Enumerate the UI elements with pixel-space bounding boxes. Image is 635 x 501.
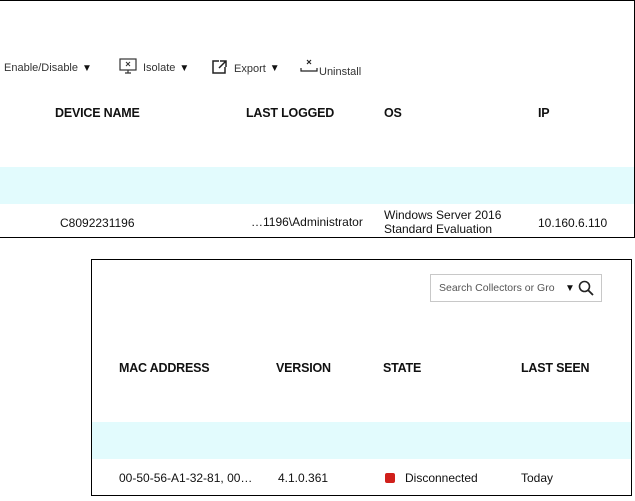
export-label: Export — [234, 62, 266, 75]
chevron-down-icon: ▼ — [82, 62, 92, 74]
column-header-os[interactable]: OS — [384, 106, 402, 120]
search-icon[interactable] — [578, 280, 594, 296]
collector-details-panel: ▼ MAC ADDRESS VERSION STATE LAST SEEN 00… — [91, 259, 632, 496]
column-header-version[interactable]: VERSION — [276, 361, 331, 375]
column-header-device-name[interactable]: DEVICE NAME — [55, 106, 140, 120]
highlight-band — [92, 422, 631, 459]
highlight-band — [0, 167, 634, 204]
chevron-down-icon: ▼ — [269, 63, 280, 74]
export-icon — [211, 59, 228, 78]
enable-disable-label: Enable/Disable — [4, 62, 78, 74]
state-label: Disconnected — [405, 471, 478, 485]
monitor-isolate-icon — [119, 58, 137, 78]
chevron-down-icon: ▼ — [179, 62, 190, 74]
uninstall-label: Uninstall — [319, 65, 362, 78]
enable-disable-menu[interactable]: Enable/Disable ▼ — [4, 62, 92, 74]
os-cell: Windows Server 2016 Standard Evaluation — [384, 208, 501, 236]
search-input[interactable] — [439, 282, 561, 294]
column-header-ip[interactable]: IP — [538, 106, 550, 120]
os-line: Windows Server 2016 — [384, 208, 502, 222]
isolate-menu[interactable]: Isolate ▼ — [119, 58, 189, 78]
version-cell: 4.1.0.361 — [278, 471, 329, 485]
column-header-mac-address[interactable]: MAC ADDRESS — [119, 361, 210, 375]
column-header-last-logged[interactable]: LAST LOGGED — [246, 106, 334, 120]
search-box[interactable]: ▼ — [430, 274, 602, 302]
ip-cell: 10.160.6.110 — [538, 216, 608, 230]
last-logged-cell: …1196\Administrator — [251, 215, 363, 229]
chevron-down-icon[interactable]: ▼ — [565, 283, 575, 294]
export-menu[interactable]: Export ▼ — [211, 59, 280, 78]
mac-address-cell: 00-50-56-A1-32-81, 00… — [119, 471, 253, 485]
devices-panel: Enable/Disable ▼ Isolate ▼ Export ▼ Unin… — [0, 0, 635, 238]
state-cell: Disconnected — [385, 471, 478, 485]
column-header-state[interactable]: STATE — [383, 361, 421, 375]
last-seen-cell: Today — [521, 471, 554, 485]
isolate-label: Isolate — [143, 62, 176, 74]
disconnected-status-icon — [385, 473, 395, 483]
uninstall-icon — [300, 57, 318, 78]
uninstall-button[interactable]: Uninstall — [300, 57, 361, 78]
column-header-last-seen[interactable]: LAST SEEN — [521, 361, 590, 375]
device-name-cell: C8092231196 — [60, 216, 135, 230]
os-line: Standard Evaluation — [384, 222, 493, 236]
